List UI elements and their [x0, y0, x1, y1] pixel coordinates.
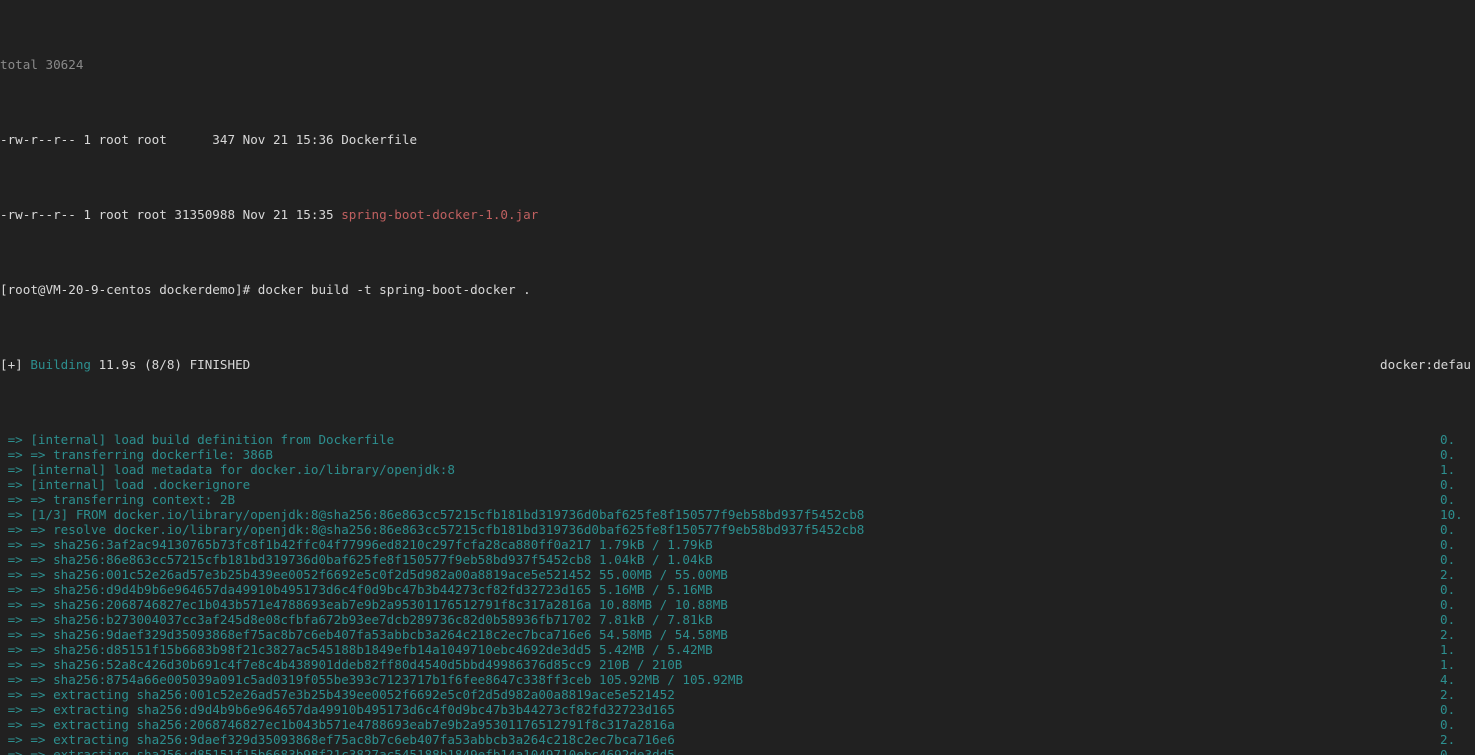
- build-step-line: => => extracting sha256:d9d4b9b6e964657d…: [0, 702, 1475, 717]
- build-step-line: => => sha256:b273004037cc3af245d8e08cfbf…: [0, 612, 1475, 627]
- build-step-line: => [1/3] FROM docker.io/library/openjdk:…: [0, 507, 1475, 522]
- build-step-text: => => extracting sha256:2068746827ec1b04…: [0, 717, 675, 732]
- build-step-text: => => sha256:d9d4b9b6e964657da49910b4951…: [0, 582, 713, 597]
- build-step-duration: 2.: [1440, 687, 1456, 702]
- terminal-window[interactable]: total 30624 -rw-r--r-- 1 root root 347 N…: [0, 0, 1475, 755]
- build-step-duration: 2.: [1440, 732, 1456, 747]
- build-step-duration: 0.: [1440, 582, 1456, 597]
- build-step-duration: 0.: [1440, 492, 1456, 507]
- build-step-text: => => sha256:3af2ac94130765b73fc8f1b42ff…: [0, 537, 713, 552]
- build-step-line: => => sha256:d85151f15b6683b98f21c3827ac…: [0, 642, 1475, 657]
- build-step-text: => => sha256:d85151f15b6683b98f21c3827ac…: [0, 642, 713, 657]
- build-step-text: => => transferring dockerfile: 386B: [0, 447, 273, 462]
- ls-file-name: spring-boot-docker-1.0.jar: [341, 207, 539, 222]
- build-step-line: => => sha256:8754a66e005039a091c5ad0319f…: [0, 672, 1475, 687]
- build-step-duration: 0.: [1440, 522, 1456, 537]
- build-status-word: Building: [30, 357, 92, 372]
- build-step-line: => [internal] load metadata for docker.i…: [0, 462, 1475, 477]
- build-step-duration: 0.: [1440, 747, 1456, 755]
- build-step-duration: 10.: [1440, 507, 1463, 522]
- build-step-line: => => sha256:3af2ac94130765b73fc8f1b42ff…: [0, 537, 1475, 552]
- build-step-duration: 4.: [1440, 672, 1456, 687]
- ls-row-jar: -rw-r--r-- 1 root root 31350988 Nov 21 1…: [0, 207, 1475, 222]
- build-status-rest: 11.9s (8/8) FINISHED: [91, 357, 251, 372]
- shell-prompt: [root@VM-20-9-centos dockerdemo]#: [0, 282, 258, 297]
- build-step-text: => => sha256:2068746827ec1b043b571e47886…: [0, 597, 728, 612]
- build-step-line: => => sha256:001c52e26ad57e3b25b439ee005…: [0, 567, 1475, 582]
- build-step-line: => => transferring dockerfile: 386B 0.: [0, 447, 1475, 462]
- build-step-duration: 0.: [1440, 702, 1456, 717]
- terminal-screen: total 30624 -rw-r--r-- 1 root root 347 N…: [0, 0, 1475, 755]
- build-step-text: => => sha256:9daef329d35093868ef75ac8b7c…: [0, 627, 728, 642]
- build-step-text: => => resolve docker.io/library/openjdk:…: [0, 522, 865, 537]
- build-step-duration: 2.: [1440, 627, 1456, 642]
- build-step-duration: 0.: [1440, 477, 1456, 492]
- build-step-line: => => extracting sha256:2068746827ec1b04…: [0, 717, 1475, 732]
- ls-file-name: Dockerfile: [341, 132, 418, 147]
- build-step-duration: 1.: [1440, 642, 1456, 657]
- build-step-text: => => sha256:001c52e26ad57e3b25b439ee005…: [0, 567, 728, 582]
- build-step-line: => => transferring context: 2B 0.: [0, 492, 1475, 507]
- ls-row-prefix: -rw-r--r-- 1 root root 31350988 Nov 21 1…: [0, 207, 342, 222]
- build-step-text: => => extracting sha256:001c52e26ad57e3b…: [0, 687, 675, 702]
- build-step-line: => => sha256:52a8c426d30b691c4f7e8c4b438…: [0, 657, 1475, 672]
- build-step-line: => => resolve docker.io/library/openjdk:…: [0, 522, 1475, 537]
- build-step-line: => => extracting sha256:001c52e26ad57e3b…: [0, 687, 1475, 702]
- build-step-line: => => extracting sha256:d85151f15b6683b9…: [0, 747, 1475, 755]
- build-step-text: => => transferring context: 2B: [0, 492, 236, 507]
- build-status-text: [+] Building 11.9s (8/8) FINISHED: [0, 357, 250, 372]
- build-step-line: => [internal] load .dockerignore 0.: [0, 477, 1475, 492]
- build-step-line: => => sha256:86e863cc57215cfb181bd319736…: [0, 552, 1475, 567]
- ls-row-dockerfile: -rw-r--r-- 1 root root 347 Nov 21 15:36 …: [0, 132, 1475, 147]
- build-step-text: => => extracting sha256:9daef329d3509386…: [0, 732, 675, 747]
- build-step-text: => => sha256:b273004037cc3af245d8e08cfbf…: [0, 612, 713, 627]
- build-step-line: => => sha256:d9d4b9b6e964657da49910b4951…: [0, 582, 1475, 597]
- build-step-duration: 0.: [1440, 432, 1456, 447]
- build-status-prefix: [+]: [0, 357, 31, 372]
- build-step-duration: 0.: [1440, 552, 1456, 567]
- build-step-duration: 2.: [1440, 567, 1456, 582]
- build-step-text: => => sha256:52a8c426d30b691c4f7e8c4b438…: [0, 657, 683, 672]
- build-step-duration: 0.: [1440, 447, 1456, 462]
- build-step-duration: 0.: [1440, 717, 1456, 732]
- build-output-region: => [internal] load build definition from…: [0, 432, 1475, 755]
- build-step-text: => => sha256:8754a66e005039a091c5ad0319f…: [0, 672, 744, 687]
- build-step-duration: 1.: [1440, 462, 1456, 477]
- build-status-line: [+] Building 11.9s (8/8) FINISHED docker…: [0, 357, 1475, 372]
- build-step-line: => => sha256:9daef329d35093868ef75ac8b7c…: [0, 627, 1475, 642]
- build-step-text: => => extracting sha256:d9d4b9b6e964657d…: [0, 702, 675, 717]
- build-step-duration: 0.: [1440, 612, 1456, 627]
- build-step-line: => [internal] load build definition from…: [0, 432, 1475, 447]
- build-step-line: => => extracting sha256:9daef329d3509386…: [0, 732, 1475, 747]
- build-step-duration: 0.: [1440, 537, 1456, 552]
- build-context-label: docker:defau: [1380, 357, 1471, 372]
- build-step-duration: 1.: [1440, 657, 1456, 672]
- command-line-build[interactable]: [root@VM-20-9-centos dockerdemo]# docker…: [0, 282, 1475, 297]
- build-step-text: => [internal] load build definition from…: [0, 432, 395, 447]
- build-step-line: => => sha256:2068746827ec1b043b571e47886…: [0, 597, 1475, 612]
- ls-row-prefix: -rw-r--r-- 1 root root 347 Nov 21 15:36: [0, 132, 342, 147]
- build-step-text: => [internal] load .dockerignore: [0, 477, 251, 492]
- build-step-text: => => extracting sha256:d85151f15b6683b9…: [0, 747, 675, 755]
- ls-total-line: total 30624: [0, 57, 84, 72]
- build-step-text: => [internal] load metadata for docker.i…: [0, 462, 455, 477]
- command-text: docker build -t spring-boot-docker .: [257, 282, 531, 297]
- build-step-text: => => sha256:86e863cc57215cfb181bd319736…: [0, 552, 713, 567]
- build-step-text: => [1/3] FROM docker.io/library/openjdk:…: [0, 507, 865, 522]
- build-step-duration: 0.: [1440, 597, 1456, 612]
